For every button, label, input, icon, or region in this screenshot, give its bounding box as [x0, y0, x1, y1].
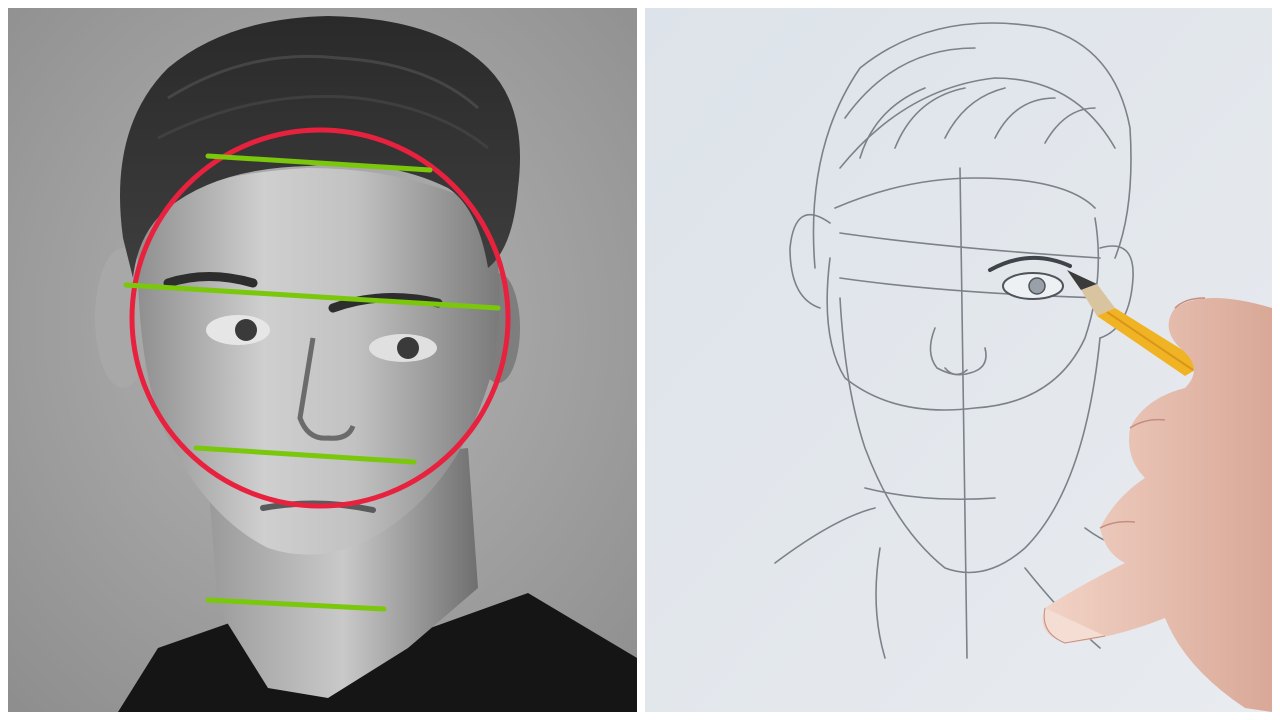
sketch-panel [645, 8, 1272, 712]
reference-photo [8, 8, 637, 712]
pencil-sketch [645, 8, 1272, 712]
reference-photo-panel [8, 8, 637, 712]
